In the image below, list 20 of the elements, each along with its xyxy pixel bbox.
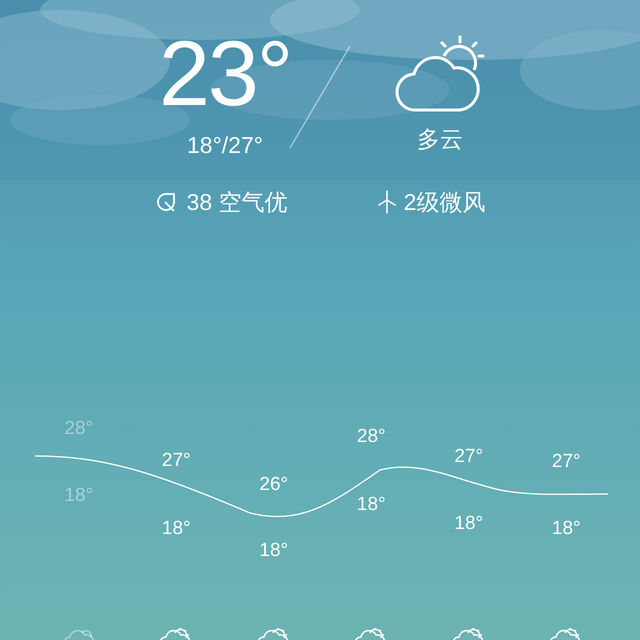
low-temperature: 18°: [63, 486, 94, 506]
wind-text: 2级微风: [404, 188, 486, 216]
air-quality-text: 38 空气优: [186, 188, 288, 216]
low-temperature: 18°: [356, 495, 387, 515]
high-temperature: 27°: [160, 451, 192, 471]
leaf-icon: [154, 190, 177, 213]
high-temperature: 28°: [356, 427, 387, 447]
high-temperature: 28°: [63, 419, 94, 439]
sun-cloud-icon: [394, 34, 486, 114]
high-temperature: 27°: [550, 452, 582, 472]
temperature-range: 18°/27°: [187, 131, 263, 160]
low-temperature: 18°: [160, 519, 192, 539]
high-temperature: 26°: [258, 475, 290, 495]
wind-turbine-icon: [376, 190, 398, 214]
condition-text: 多云: [417, 125, 463, 154]
low-temperature: 18°: [453, 514, 484, 534]
current-temperature: 23°: [158, 28, 292, 120]
low-temperature: 18°: [258, 541, 290, 561]
high-temperature: 27°: [453, 447, 484, 467]
low-temperature: 18°: [550, 519, 582, 539]
